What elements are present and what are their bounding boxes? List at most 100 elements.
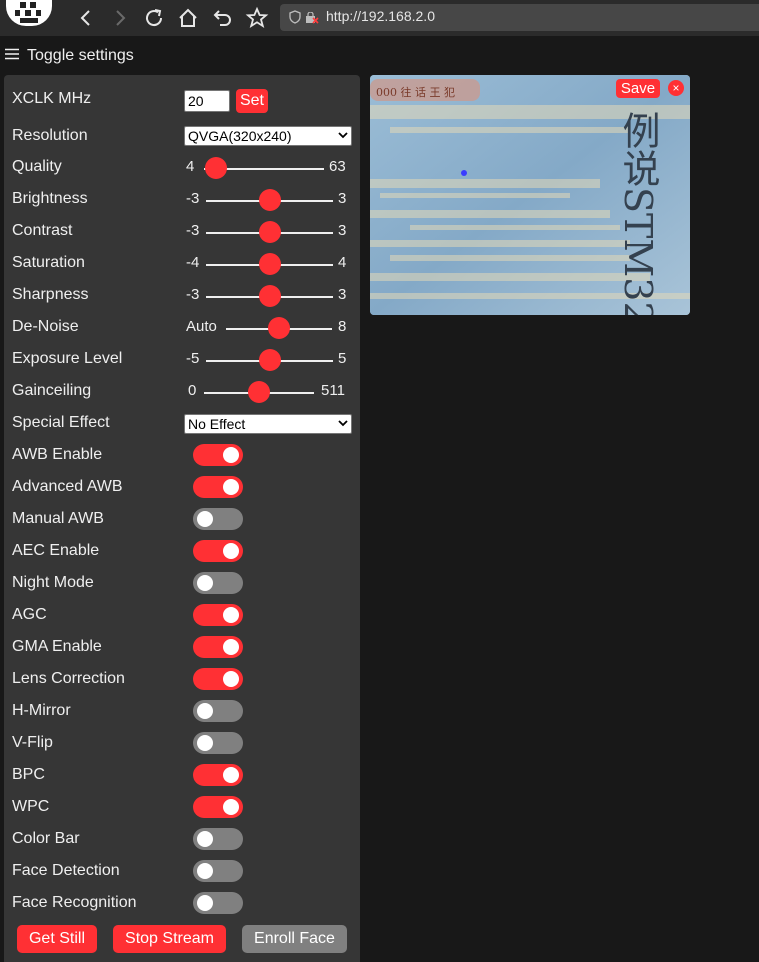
toggle-settings-label: Toggle settings xyxy=(27,47,134,64)
home-icon[interactable] xyxy=(176,6,200,30)
xclk-input[interactable]: 20 xyxy=(184,90,230,112)
toggle-switch[interactable] xyxy=(193,444,243,466)
toggle-switch[interactable] xyxy=(193,476,243,498)
toggle-row: Night Mode xyxy=(4,569,360,599)
toggle-label: Color Bar xyxy=(12,830,80,847)
undo-icon[interactable] xyxy=(211,6,235,30)
toggle-row: AEC Enable xyxy=(4,537,360,567)
slider-thumb[interactable] xyxy=(258,253,281,275)
toggle-row: V-Flip xyxy=(4,729,360,759)
toggle-knob xyxy=(223,543,239,559)
slider-max-label: 511 xyxy=(321,382,345,399)
xclk-set-button[interactable]: Set xyxy=(236,89,268,113)
browser-toolbar: http://192.168.2.0 xyxy=(0,0,759,36)
slider-max-label: 63 xyxy=(329,158,346,175)
toggle-switch[interactable] xyxy=(193,636,243,658)
slider-max-label: 5 xyxy=(338,350,347,367)
save-image-button[interactable]: Save xyxy=(616,79,660,98)
toggle-knob xyxy=(197,575,213,591)
forward-icon[interactable] xyxy=(108,6,132,30)
slider-label: Brightness xyxy=(12,190,88,207)
resolution-select[interactable]: QVGA(320x240) xyxy=(184,126,352,146)
address-bar[interactable]: http://192.168.2.0 xyxy=(280,4,759,31)
special-effect-select[interactable]: No Effect xyxy=(184,414,352,434)
enroll-face-button[interactable]: Enroll Face xyxy=(242,925,347,953)
chevron-down-icon xyxy=(338,132,348,139)
toggle-knob xyxy=(197,895,213,911)
toggle-switch[interactable] xyxy=(193,796,243,818)
toggle-switch[interactable] xyxy=(193,604,243,626)
stop-stream-button[interactable]: Stop Stream xyxy=(113,925,226,953)
toggle-switch[interactable] xyxy=(193,732,243,754)
special-effect-value: No Effect xyxy=(188,416,246,432)
stream-image: 000 往 话 王 犯 例说STM32 xyxy=(370,75,690,315)
back-icon[interactable] xyxy=(74,6,98,30)
slider-thumb[interactable] xyxy=(258,349,281,371)
slider-thumb[interactable] xyxy=(258,189,281,211)
not-secure-icon[interactable] xyxy=(305,11,319,24)
slider-row: Sharpness -3 3 xyxy=(4,281,360,311)
slider-row: Contrast -3 3 xyxy=(4,217,360,247)
shield-icon[interactable] xyxy=(288,10,302,24)
toggle-row: Color Bar xyxy=(4,825,360,855)
toggle-switch[interactable] xyxy=(193,892,243,914)
toggle-label: Face Detection xyxy=(12,862,120,879)
slider-label: Gainceiling xyxy=(12,382,92,399)
close-stream-button[interactable]: × xyxy=(668,80,684,96)
slider-row: Saturation -4 4 xyxy=(4,249,360,279)
slider-min-label: -3 xyxy=(186,222,200,239)
slider-label: De-Noise xyxy=(12,318,79,335)
toggle-settings-button[interactable]: Toggle settings xyxy=(5,47,134,65)
toggle-label: WPC xyxy=(12,798,50,815)
slider-row: Exposure Level -5 5 xyxy=(4,345,360,375)
slider-row: Quality 4 63 xyxy=(4,153,360,183)
resolution-row: Resolution QVGA(320x240) xyxy=(4,121,360,151)
toggle-row: WPC xyxy=(4,793,360,823)
slider-min-label: -3 xyxy=(186,286,200,303)
slider-thumb[interactable] xyxy=(268,317,290,339)
toggle-label: Night Mode xyxy=(12,574,94,591)
xclk-label: XCLK MHz xyxy=(12,90,92,107)
slider-row: Brightness -3 3 xyxy=(4,185,360,215)
toggle-switch[interactable] xyxy=(193,508,243,530)
toggle-switch[interactable] xyxy=(193,764,243,786)
slider-max-label: 8 xyxy=(338,318,347,335)
toggle-row: Face Recognition xyxy=(4,889,360,919)
toggle-label: GMA Enable xyxy=(12,638,102,655)
star-icon[interactable] xyxy=(245,6,269,30)
toggle-row: Advanced AWB xyxy=(4,473,360,503)
slider-row: Gainceiling 0 511 xyxy=(4,377,360,407)
slider-min-label: 0 xyxy=(188,382,197,399)
slider-max-label: 3 xyxy=(338,286,347,303)
special-effect-row: Special Effect No Effect xyxy=(4,409,360,439)
toggle-label: AEC Enable xyxy=(12,542,100,559)
close-icon: × xyxy=(672,81,680,95)
toggle-row: AWB Enable xyxy=(4,441,360,471)
slider-max-label: 3 xyxy=(338,190,347,207)
toggle-knob xyxy=(223,479,239,495)
toggle-knob xyxy=(223,767,239,783)
toggle-knob xyxy=(223,607,239,623)
xclk-value: 20 xyxy=(188,93,204,109)
toggle-row: Face Detection xyxy=(4,857,360,887)
reload-icon[interactable] xyxy=(142,6,166,30)
slider-thumb[interactable] xyxy=(258,221,281,243)
slider-thumb[interactable] xyxy=(205,157,228,179)
toggle-switch[interactable] xyxy=(193,668,243,690)
toggle-switch[interactable] xyxy=(193,828,243,850)
slider-label: Quality xyxy=(12,158,62,175)
toggle-switch[interactable] xyxy=(193,540,243,562)
toggle-switch[interactable] xyxy=(193,860,243,882)
toggle-label: BPC xyxy=(12,766,45,783)
slider-min-label: -5 xyxy=(186,350,200,367)
slider-label: Contrast xyxy=(12,222,73,239)
toggle-switch[interactable] xyxy=(193,572,243,594)
slider-min-label: -3 xyxy=(186,190,200,207)
profile-avatar[interactable] xyxy=(6,0,52,26)
slider-thumb[interactable] xyxy=(258,285,281,307)
toggle-switch[interactable] xyxy=(193,700,243,722)
get-still-button[interactable]: Get Still xyxy=(17,925,97,953)
toggle-knob xyxy=(197,511,213,527)
slider-thumb[interactable] xyxy=(247,381,270,403)
slider-max-label: 3 xyxy=(338,222,347,239)
